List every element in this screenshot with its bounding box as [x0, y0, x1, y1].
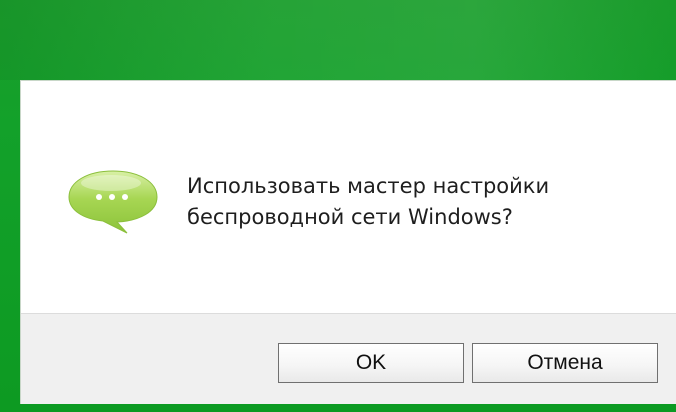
dialog-message-line1: Использовать мастер настройки — [187, 174, 550, 198]
dialog: Использовать мастер настройки беспроводн… — [20, 80, 676, 406]
button-bar: OK Отмена — [21, 313, 676, 406]
cancel-button[interactable]: Отмена — [472, 343, 658, 383]
frame-shine — [0, 0, 676, 80]
window-frame: Использовать мастер настройки беспроводн… — [0, 0, 676, 412]
frame-bottom-edge — [20, 404, 676, 412]
dialog-content: Использовать мастер настройки беспроводн… — [21, 81, 676, 313]
ok-button[interactable]: OK — [278, 343, 464, 383]
dialog-message: Использовать мастер настройки беспроводн… — [187, 171, 657, 233]
speech-bubble-icon — [68, 170, 158, 234]
dialog-message-line2: беспроводной сети Windows? — [187, 205, 513, 229]
